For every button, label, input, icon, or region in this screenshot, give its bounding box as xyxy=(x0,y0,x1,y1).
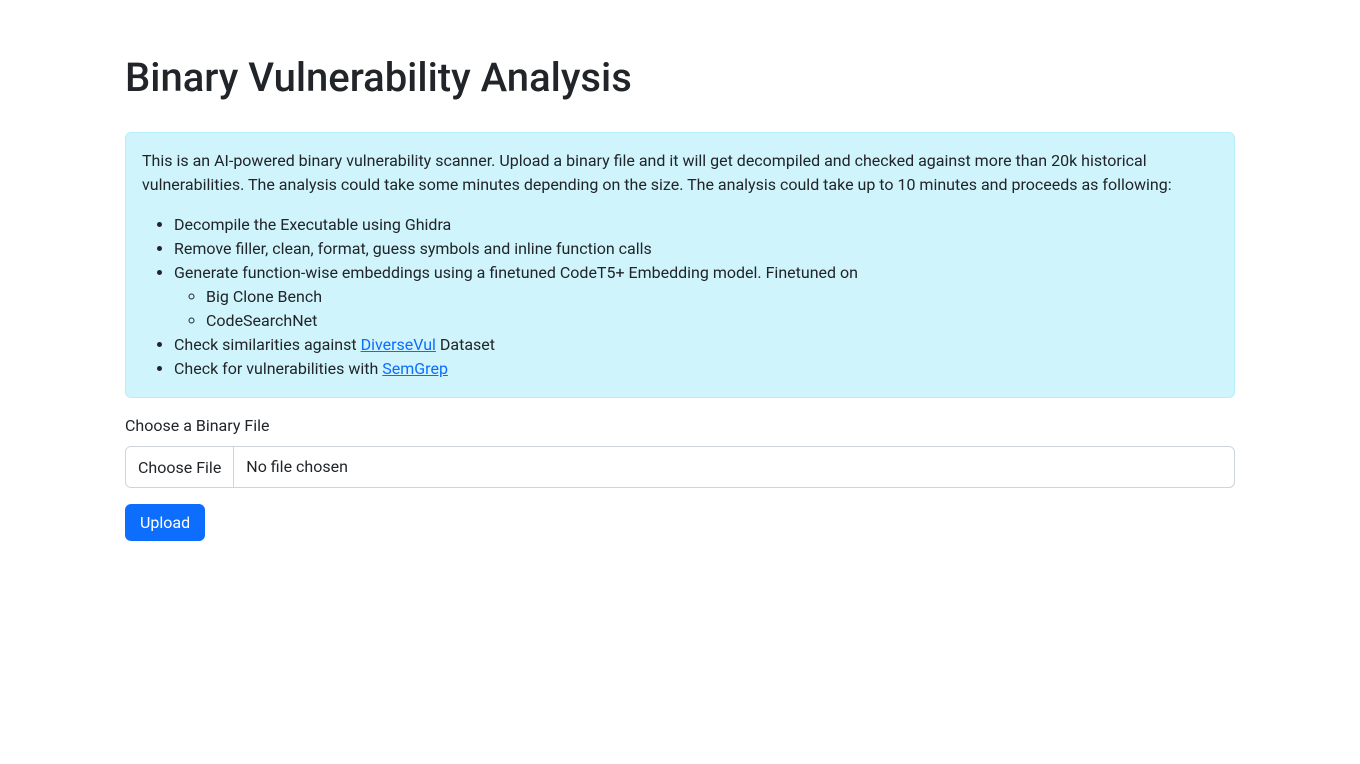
file-input-label: Choose a Binary File xyxy=(125,414,1235,438)
list-item-prefix: Check for vulnerabilities with xyxy=(174,359,382,378)
choose-file-button[interactable]: Choose File xyxy=(126,447,234,487)
info-intro: This is an AI-powered binary vulnerabili… xyxy=(142,149,1218,197)
list-item-prefix: Check similarities against xyxy=(174,335,361,354)
diversevul-link[interactable]: DiverseVul xyxy=(361,335,436,354)
page-title: Binary Vulnerability Analysis xyxy=(125,48,1235,108)
info-steps-list: Decompile the Executable using Ghidra Re… xyxy=(142,213,1218,381)
list-item-text: Generate function-wise embeddings using … xyxy=(174,263,858,282)
info-substeps-list: Big Clone Bench CodeSearchNet xyxy=(174,285,1218,333)
list-item: Check similarities against DiverseVul Da… xyxy=(174,333,1218,357)
list-item-suffix: Dataset xyxy=(436,335,495,354)
list-item: CodeSearchNet xyxy=(206,309,1218,333)
list-item: Generate function-wise embeddings using … xyxy=(174,261,1218,333)
semgrep-link[interactable]: SemGrep xyxy=(382,359,448,378)
list-item: Remove filler, clean, format, guess symb… xyxy=(174,237,1218,261)
list-item: Decompile the Executable using Ghidra xyxy=(174,213,1218,237)
list-item: Check for vulnerabilities with SemGrep xyxy=(174,357,1218,381)
info-alert: This is an AI-powered binary vulnerabili… xyxy=(125,132,1235,398)
file-input[interactable]: Choose File No file chosen xyxy=(125,446,1235,488)
list-item: Big Clone Bench xyxy=(206,285,1218,309)
upload-button[interactable]: Upload xyxy=(125,504,205,541)
file-chosen-status: No file chosen xyxy=(234,447,1234,487)
